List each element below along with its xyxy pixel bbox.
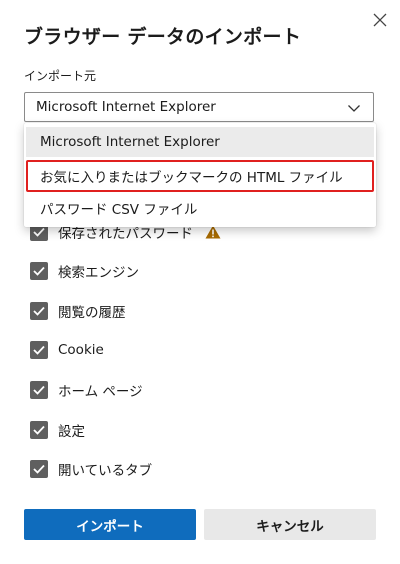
dropdown-option-csv-file[interactable]: パスワード CSV ファイル bbox=[26, 193, 374, 223]
warning-icon bbox=[205, 225, 221, 239]
checkbox-open-tabs[interactable] bbox=[30, 460, 48, 478]
checkbox-browsing-history[interactable] bbox=[30, 302, 48, 320]
checkbox-search-engines[interactable] bbox=[30, 262, 48, 280]
dialog-title: ブラウザー データのインポート bbox=[24, 26, 302, 48]
checkmark-icon bbox=[33, 227, 45, 237]
checkmark-icon bbox=[33, 425, 45, 435]
close-button[interactable] bbox=[368, 8, 392, 32]
import-from-dropdown: Microsoft Internet Explorer お気に入りまたはブックマ… bbox=[24, 123, 376, 227]
import-from-select[interactable]: Microsoft Internet Explorer bbox=[24, 92, 374, 122]
close-icon bbox=[373, 13, 387, 27]
import-dialog: ブラウザー データのインポート インポート元 Microsoft Interne… bbox=[0, 0, 400, 564]
item-label: ホーム ページ bbox=[58, 384, 143, 400]
item-label: 開いているタブ bbox=[58, 463, 153, 479]
item-label: Cookie bbox=[58, 342, 104, 358]
list-item: Cookie bbox=[30, 340, 104, 360]
import-button[interactable]: インポート bbox=[24, 509, 196, 540]
cancel-button[interactable]: キャンセル bbox=[204, 509, 376, 540]
list-item: 閲覧の履歴 bbox=[30, 301, 126, 321]
checkmark-icon bbox=[33, 266, 45, 276]
list-item: 開いているタブ bbox=[30, 459, 152, 479]
import-from-label: インポート元 bbox=[24, 69, 97, 83]
checkbox-settings[interactable] bbox=[30, 421, 48, 439]
checkmark-icon bbox=[33, 464, 45, 474]
chevron-down-icon bbox=[348, 105, 360, 112]
list-item: 設定 bbox=[30, 420, 85, 440]
item-label: 閲覧の履歴 bbox=[58, 305, 126, 321]
checkmark-icon bbox=[33, 385, 45, 395]
checkmark-icon bbox=[33, 306, 45, 316]
list-item: ホーム ページ bbox=[30, 380, 143, 400]
list-item: 検索エンジン bbox=[30, 261, 139, 281]
dropdown-option-ie[interactable]: Microsoft Internet Explorer bbox=[26, 127, 374, 157]
dropdown-option-html-file[interactable]: お気に入りまたはブックマークの HTML ファイル bbox=[26, 160, 374, 192]
item-label: 設定 bbox=[58, 424, 85, 440]
checkbox-home-page[interactable] bbox=[30, 381, 48, 399]
import-from-value: Microsoft Internet Explorer bbox=[36, 99, 216, 115]
item-label: 検索エンジン bbox=[58, 265, 139, 281]
checkmark-icon bbox=[33, 345, 45, 355]
checkbox-cookie[interactable] bbox=[30, 341, 48, 359]
